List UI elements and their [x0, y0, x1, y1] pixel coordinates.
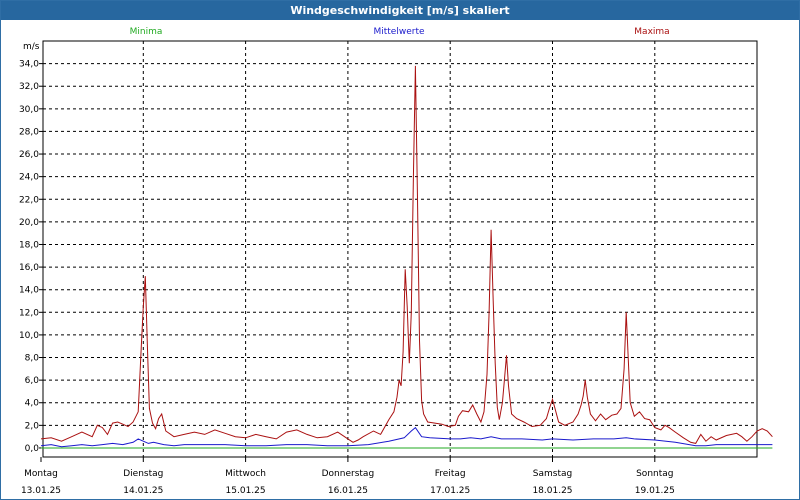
x-tick-date-label: 13.01.25: [21, 486, 61, 496]
y-tick-label: 34,0: [19, 60, 39, 70]
legend-maxima: Maxima: [634, 27, 669, 37]
y-tick-label: 30,0: [19, 105, 39, 115]
x-tick-day-label: Freitag: [435, 469, 466, 479]
y-tick-label: 28,0: [19, 127, 39, 137]
y-axis-unit: m/s: [23, 42, 40, 52]
y-tick-label: 26,0: [19, 150, 39, 160]
y-tick-label: 6,0: [25, 376, 40, 386]
x-tick-date-label: 18.01.25: [532, 486, 572, 496]
y-tick-label: 14,0: [19, 286, 39, 296]
y-tick-label: 18,0: [19, 240, 39, 250]
y-tick-label: 24,0: [19, 173, 39, 183]
y-tick-label: 4,0: [25, 399, 40, 409]
x-tick-day-label: Samstag: [533, 469, 572, 479]
x-tick-day-label: Montag: [24, 469, 58, 479]
x-tick-date-label: 14.01.25: [123, 486, 163, 496]
x-tick-date-label: 19.01.25: [635, 486, 675, 496]
x-tick-day-label: Mittwoch: [225, 469, 266, 479]
y-tick-label: 0,0: [25, 444, 40, 454]
y-axis-ticks: 0,0 2,0 4,0 6,0 8,0 10,0 12,0 14,0 16,0 18,0 20,0 2…: [19, 60, 43, 454]
y-tick-label: 16,0: [19, 263, 39, 273]
x-tick-day-label: Sonntag: [636, 469, 673, 479]
y-tick-label: 32,0: [19, 82, 39, 92]
y-tick-label: 2,0: [25, 421, 40, 431]
legend-minima: Minima: [130, 27, 163, 37]
x-tick-date-label: 15.01.25: [226, 486, 266, 496]
legend-mittelwerte: Mittelwerte: [373, 27, 424, 37]
x-axis-ticks: Montag 13.01.25 Dienstag 14.01.25 Mittwoch 15…: [21, 457, 675, 496]
y-tick-label: 22,0: [19, 195, 39, 205]
wind-speed-chart: Minima Mittelwerte Maxima m/s 0,0 2,0 4,0 6…: [19, 27, 773, 496]
x-tick-day-label: Dienstag: [123, 469, 163, 479]
plot-area: [42, 40, 758, 458]
x-tick-date-label: 17.01.25: [430, 486, 470, 496]
y-tick-label: 20,0: [19, 218, 39, 228]
x-tick-day-label: Donnerstag: [322, 469, 375, 479]
chart-window: Windgeschwindigkeit [m/s] skaliert Minim…: [0, 0, 800, 500]
y-tick-label: 12,0: [19, 308, 39, 318]
y-tick-label: 8,0: [25, 354, 40, 364]
y-tick-label: 10,0: [19, 331, 39, 341]
x-tick-date-label: 16.01.25: [328, 486, 368, 496]
